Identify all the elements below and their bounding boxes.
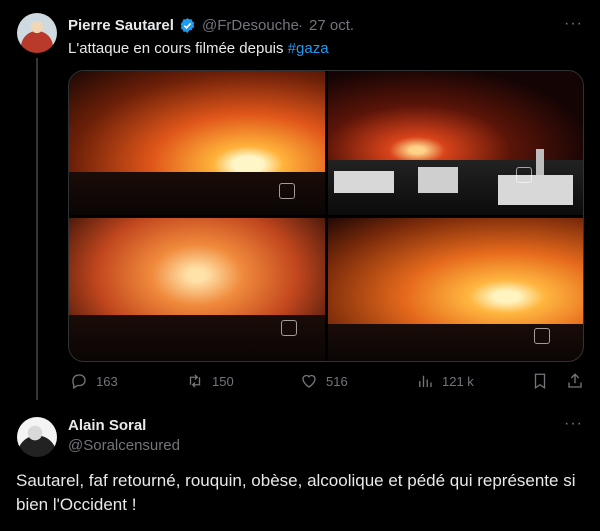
- retweet-icon: [189, 374, 201, 388]
- reply-text: Sautarel, faf retourné, rouquin, obèse, …: [16, 471, 576, 514]
- retweet-button[interactable]: 150: [186, 372, 234, 390]
- share-button[interactable]: [566, 372, 584, 390]
- avatar-pierre-sautarel[interactable]: [17, 13, 57, 53]
- tweet-date[interactable]: 27 oct.: [309, 17, 354, 34]
- reply-icon: [72, 374, 86, 389]
- thread-connector-line: [36, 58, 38, 400]
- verified-badge-icon: [180, 18, 195, 33]
- more-options-icon[interactable]: ···: [564, 15, 583, 33]
- like-count: 516: [326, 373, 348, 389]
- avatar-alain-soral[interactable]: [17, 417, 57, 457]
- reply-count: 163: [96, 373, 118, 389]
- bookmark-button[interactable]: [531, 372, 549, 390]
- media-image-explosion-3[interactable]: [69, 218, 325, 361]
- media-image-explosion-4[interactable]: [328, 218, 583, 361]
- hashtag-link[interactable]: #gaza: [288, 40, 329, 57]
- bookmark-icon: [534, 373, 546, 390]
- tweet-text: L'attaque en cours filmée depuis #gaza: [68, 40, 329, 57]
- like-button[interactable]: 516: [300, 372, 348, 390]
- media-image-explosion-1[interactable]: [69, 71, 325, 215]
- reply-author-handle[interactable]: @Soralcensured: [68, 437, 180, 454]
- author-name[interactable]: Pierre Sautarel: [68, 17, 174, 34]
- watermark-icon: [516, 167, 532, 183]
- separator-dot: ·: [298, 17, 303, 34]
- views-chart-icon: [419, 375, 432, 387]
- tweet-text-body: L'attaque en cours filmée depuis: [68, 40, 288, 57]
- views-button[interactable]: 121 k: [416, 372, 474, 390]
- reply-author-name[interactable]: Alain Soral: [68, 417, 146, 434]
- media-image-explosion-2[interactable]: [328, 71, 583, 215]
- watermark-icon: [279, 183, 295, 199]
- reply-more-options-icon[interactable]: ···: [564, 415, 583, 433]
- watermark-icon: [281, 320, 297, 336]
- tweet-action-bar: 163 150 516 121 k: [0, 372, 600, 392]
- retweet-count: 150: [212, 373, 234, 389]
- share-icon: [568, 373, 582, 388]
- view-count: 121 k: [442, 373, 474, 389]
- reply-button[interactable]: 163: [70, 372, 118, 390]
- author-handle[interactable]: @FrDesouche: [202, 17, 299, 34]
- media-grid: [68, 70, 584, 362]
- watermark-icon: [534, 328, 550, 344]
- heart-icon: [302, 374, 316, 388]
